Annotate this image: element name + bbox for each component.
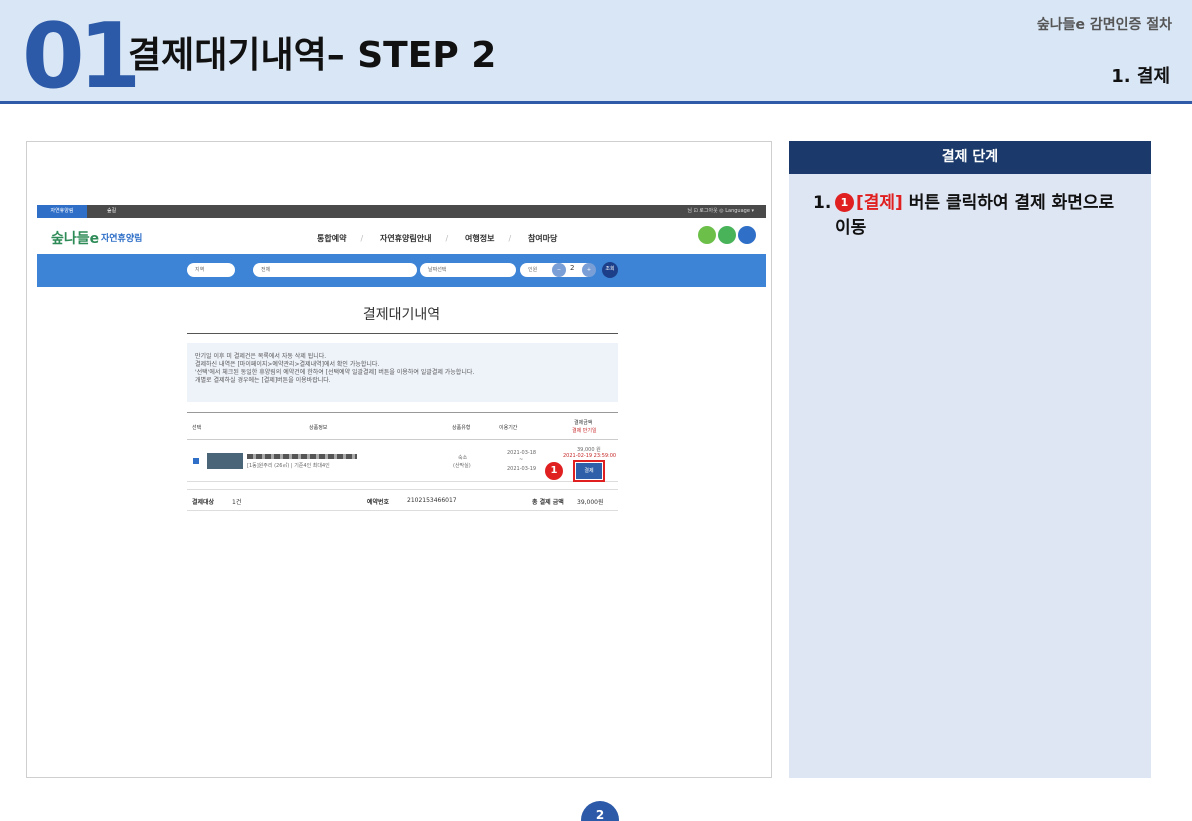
step-instruction: 1 [결제] 버튼 클릭하여 결제 화면으로 이동 <box>835 191 1131 241</box>
reservation-table: 선택 상품정보 상품유형 이용기간 결제금액 결제 만기일 [1동]원주리 (2… <box>187 412 618 482</box>
period-tilde: ~ <box>519 457 524 463</box>
site-topbar: 자연휴양림 숲길 님 ⊡ 로그아웃 ◎ Language ▾ <box>37 205 766 218</box>
panel-title: 결제 단계 <box>789 141 1151 174</box>
period-start: 2021-03-18 <box>507 450 537 456</box>
menu-separator: / <box>508 234 512 243</box>
product-type: 숙소 <box>458 455 468 461</box>
target-value: 1건 <box>232 499 242 506</box>
reservation-value: 2102153466017 <box>407 497 457 504</box>
date-select[interactable]: 날짜선택 <box>420 263 516 277</box>
content-heading: 결제대기내역 <box>362 307 441 323</box>
row-amount: 39,000 원 <box>577 447 601 453</box>
slide-header: 01 결제대기내역– STEP 2 숲나들e 감면인증 절차 1. 결제 <box>0 0 1192 104</box>
region-select[interactable]: 지역 <box>187 263 235 277</box>
site-logo-sub: 자연휴양림 <box>101 234 143 244</box>
page-title: 결제대기내역– STEP 2 <box>128 35 497 76</box>
my-reservation-icon[interactable] <box>718 226 736 244</box>
step-number-label: 1. <box>813 193 832 213</box>
step-number: 01 <box>22 4 141 109</box>
table-header: 선택 상품정보 상품유형 이용기간 결제금액 결제 만기일 <box>187 412 618 440</box>
panel-body: 1. 1 [결제] 버튼 클릭하여 결제 화면으로 이동 <box>789 174 1151 241</box>
minus-button[interactable]: − <box>552 263 566 277</box>
search-bar: 지역 전체 날짜선택 인원 − 2 + 조회 <box>37 254 766 287</box>
total-value: 39,000원 <box>577 499 604 506</box>
payment-summary: 결제대상 1건 예약번호 2102153466017 총 결제 금액 39,00… <box>187 489 618 511</box>
product-name-redacted <box>247 454 357 459</box>
product-thumbnail <box>207 453 243 469</box>
people-count: 2 <box>570 264 575 272</box>
main-menu: 통합예약 / 자연휴양림안내 / 여행정보 / 참여마당 <box>307 233 567 244</box>
menu-grid-icon[interactable] <box>738 226 756 244</box>
col-period: 이용기간 <box>499 425 518 431</box>
menu-item-travel[interactable]: 여행정보 <box>465 234 494 243</box>
website-screenshot: 자연휴양림 숲길 님 ⊡ 로그아웃 ◎ Language ▾ 숲나들e 자연휴양… <box>26 141 772 778</box>
heading-divider <box>187 333 618 334</box>
section-title: 1. 결제 <box>1111 66 1170 87</box>
col-amount: 결제금액 <box>574 420 593 426</box>
reservation-label: 예약번호 <box>367 499 390 506</box>
menu-separator: / <box>360 234 364 243</box>
instruction-panel: 결제 단계 1. 1 [결제] 버튼 클릭하여 결제 화면으로 이동 <box>789 141 1151 778</box>
table-row: [1동]원주리 (26㎡) | 기준4인 최대4인 숙소 (산막실) 2021-… <box>187 440 618 482</box>
total-label: 총 결제 금액 <box>532 499 564 506</box>
topbar-tab-trail[interactable]: 숲길 <box>107 205 116 218</box>
step-badge: 1 <box>545 462 563 480</box>
notice-line: 개별로 결제하실 경우에는 [결제]버튼을 이용바랍니다. <box>195 377 331 384</box>
notice-line: 결제하신 내역은 [마이페이지>예약관리>결제내역]에서 확인 가능합니다. <box>195 361 380 368</box>
target-label: 결제대상 <box>192 499 215 506</box>
row-checkbox[interactable] <box>193 458 199 464</box>
notice-line: '선택'에서 체크된 동일한 휴양림의 예약건에 한하여 [선택예약 일괄결제]… <box>195 369 475 376</box>
search-icon[interactable] <box>698 226 716 244</box>
facility-select[interactable]: 전체 <box>253 263 417 277</box>
pay-button[interactable]: 결제 <box>573 460 605 482</box>
row-deadline: 2021-02-19 23:59:00 <box>563 453 617 459</box>
product-type-sub: (산막실) <box>453 463 471 469</box>
product-detail: [1동]원주리 (26㎡) | 기준4인 최대4인 <box>247 463 330 469</box>
notice-line: 만기일 이후 미 결제건은 목록에서 자동 삭제 됩니다. <box>195 353 327 360</box>
highlight-text: [결제] <box>856 193 903 213</box>
menu-item-community[interactable]: 참여마당 <box>528 234 557 243</box>
topbar-user-menu[interactable]: 님 ⊡ 로그아웃 ◎ Language ▾ <box>687 205 754 218</box>
site-logo[interactable]: 숲나들e <box>51 228 99 248</box>
period-end: 2021-03-19 <box>507 466 537 472</box>
website: 자연휴양림 숲길 님 ⊡ 로그아웃 ◎ Language ▾ 숲나들e 자연휴양… <box>37 205 766 511</box>
col-deadline: 결제 만기일 <box>572 428 597 434</box>
process-title: 숲나들e 감면인증 절차 <box>1036 17 1172 33</box>
page-number: 2 <box>581 801 619 821</box>
site-nav: 숲나들e 자연휴양림 통합예약 / 자연휴양림안내 / 여행정보 / 참여마당 <box>37 218 766 254</box>
menu-item-forest-info[interactable]: 자연휴양림안내 <box>380 234 432 243</box>
search-button[interactable]: 조회 <box>602 262 618 278</box>
col-select: 선택 <box>192 425 202 431</box>
step-badge: 1 <box>835 193 854 212</box>
notice-box: 만기일 이후 미 결제건은 목록에서 자동 삭제 됩니다. 결제하신 내역은 [… <box>187 343 618 402</box>
topbar-tab-forest[interactable]: 자연휴양림 <box>37 205 87 218</box>
plus-button[interactable]: + <box>582 263 596 277</box>
menu-separator: / <box>445 234 449 243</box>
col-product: 상품정보 <box>309 425 328 431</box>
col-type: 상품유형 <box>452 425 471 431</box>
menu-item-reservation[interactable]: 통합예약 <box>317 234 346 243</box>
